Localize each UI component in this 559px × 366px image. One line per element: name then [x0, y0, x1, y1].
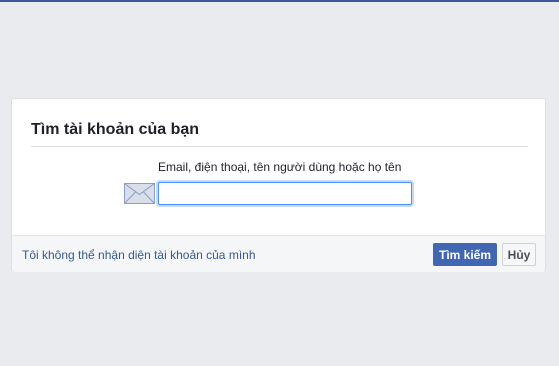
search-button[interactable]: Tìm kiếm: [433, 243, 497, 266]
account-search-input[interactable]: [158, 182, 412, 205]
title-divider: [31, 146, 528, 147]
find-account-dialog: Tìm tài khoản của bạn Email, điện thoại,…: [11, 98, 546, 272]
cancel-button[interactable]: Hủy: [502, 243, 536, 266]
cant-identify-account-link[interactable]: Tôi không thể nhận diện tài khoản của mì…: [22, 248, 256, 262]
search-field-label: Email, điện thoại, tên người dùng hoặc h…: [158, 160, 402, 174]
dialog-footer: Tôi không thể nhận diện tài khoản của mì…: [12, 235, 545, 272]
top-brand-strip: [0, 0, 559, 2]
mail-envelope-icon: [124, 183, 155, 204]
dialog-title: Tìm tài khoản của bạn: [31, 121, 200, 138]
